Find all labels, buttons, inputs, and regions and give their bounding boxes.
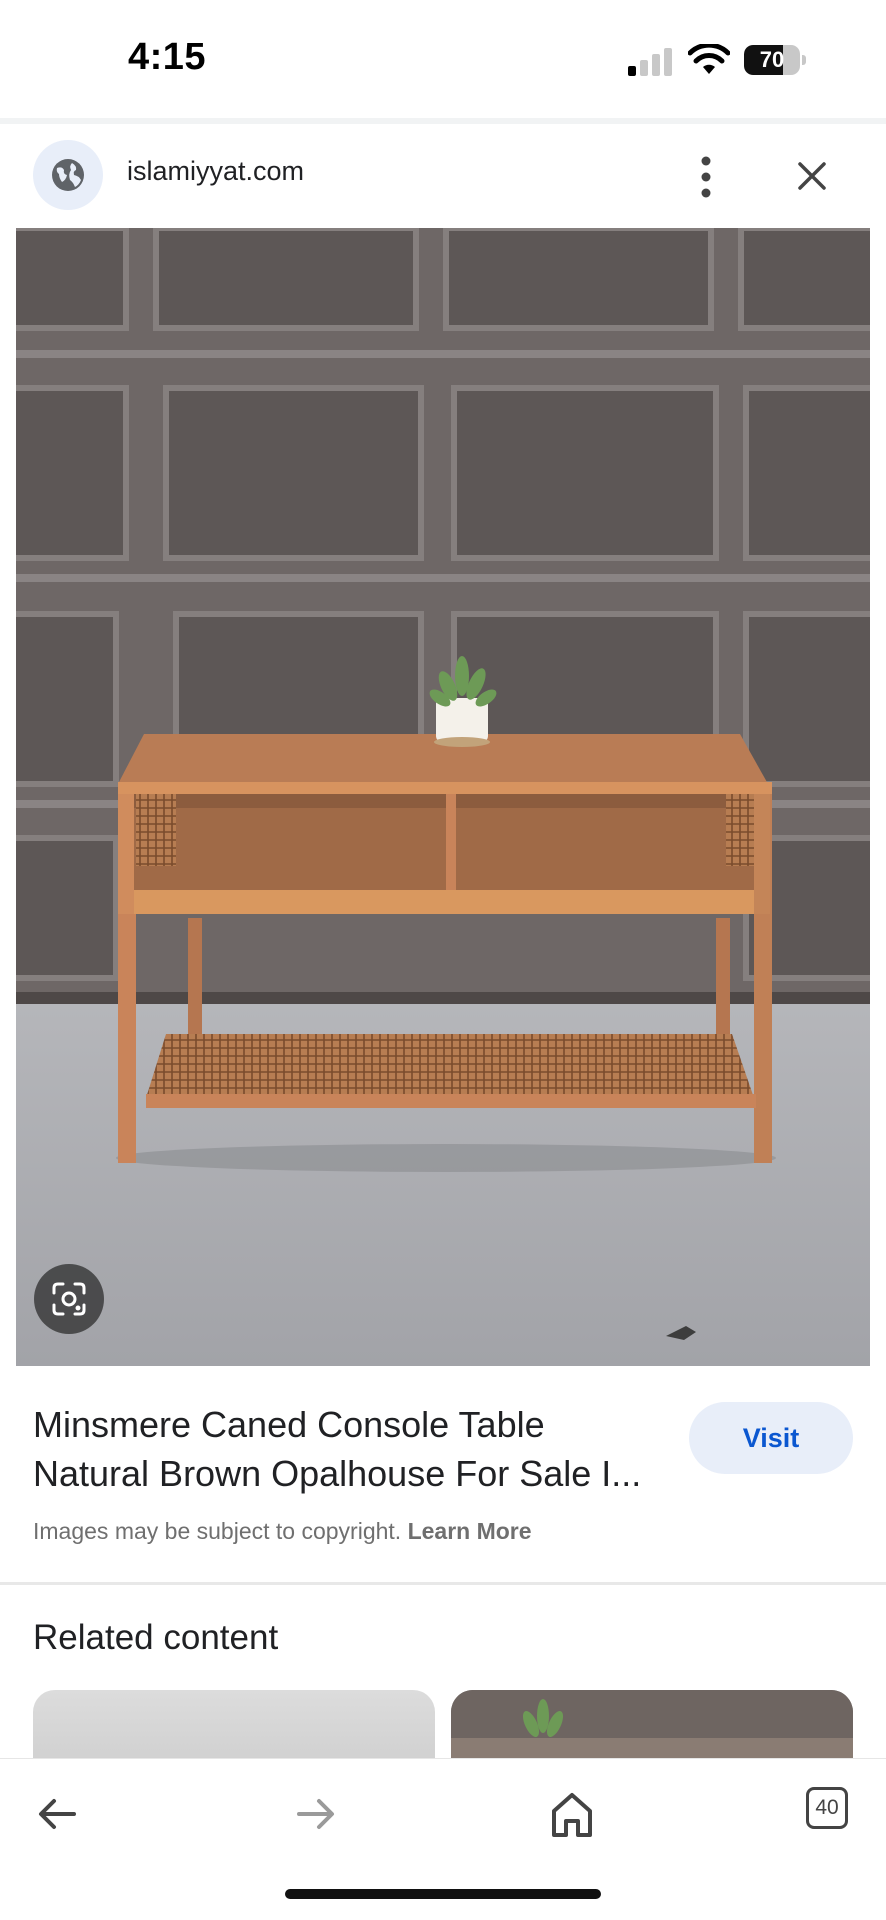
screen: 4:15 70 islamiyyat.com Minsmere Caned Co… <box>0 0 886 1920</box>
back-arrow-icon[interactable] <box>30 1789 86 1839</box>
section-divider <box>0 1582 886 1585</box>
battery-icon: 70 <box>744 45 806 75</box>
battery-percent: 70 <box>759 47 785 72</box>
site-domain[interactable]: islamiyyat.com <box>127 156 304 187</box>
bottom-navigation: 40 <box>0 1758 886 1920</box>
result-title-line-1: Minsmere Caned Console Table <box>33 1404 545 1445</box>
result-title-line-2: Natural Brown Opalhouse For Sale I... <box>33 1453 642 1494</box>
console-table-photo <box>16 228 870 1366</box>
tabs-count-button[interactable]: 40 <box>806 1787 848 1829</box>
wifi-icon <box>688 44 730 74</box>
home-icon[interactable] <box>544 1789 600 1839</box>
status-bar: 4:15 70 <box>0 0 886 118</box>
cellular-signal-icon <box>628 46 676 76</box>
globe-icon[interactable] <box>33 140 103 210</box>
copyright-text: Images may be subject to copyright. <box>33 1518 402 1544</box>
visit-button[interactable]: Visit <box>689 1402 853 1474</box>
copyright-notice: Images may be subject to copyright. Lear… <box>33 1518 532 1545</box>
result-title[interactable]: Minsmere Caned Console Table Natural Bro… <box>33 1400 683 1498</box>
home-indicator <box>285 1889 601 1899</box>
more-options-icon[interactable] <box>686 150 726 204</box>
related-content-heading: Related content <box>33 1618 279 1657</box>
product-image[interactable] <box>16 228 870 1366</box>
close-icon[interactable] <box>792 156 832 196</box>
site-header: islamiyyat.com <box>0 124 886 228</box>
lens-icon[interactable] <box>34 1264 104 1334</box>
forward-arrow-icon[interactable] <box>287 1789 343 1839</box>
status-time: 4:15 <box>128 36 207 78</box>
learn-more-link[interactable]: Learn More <box>408 1518 532 1544</box>
